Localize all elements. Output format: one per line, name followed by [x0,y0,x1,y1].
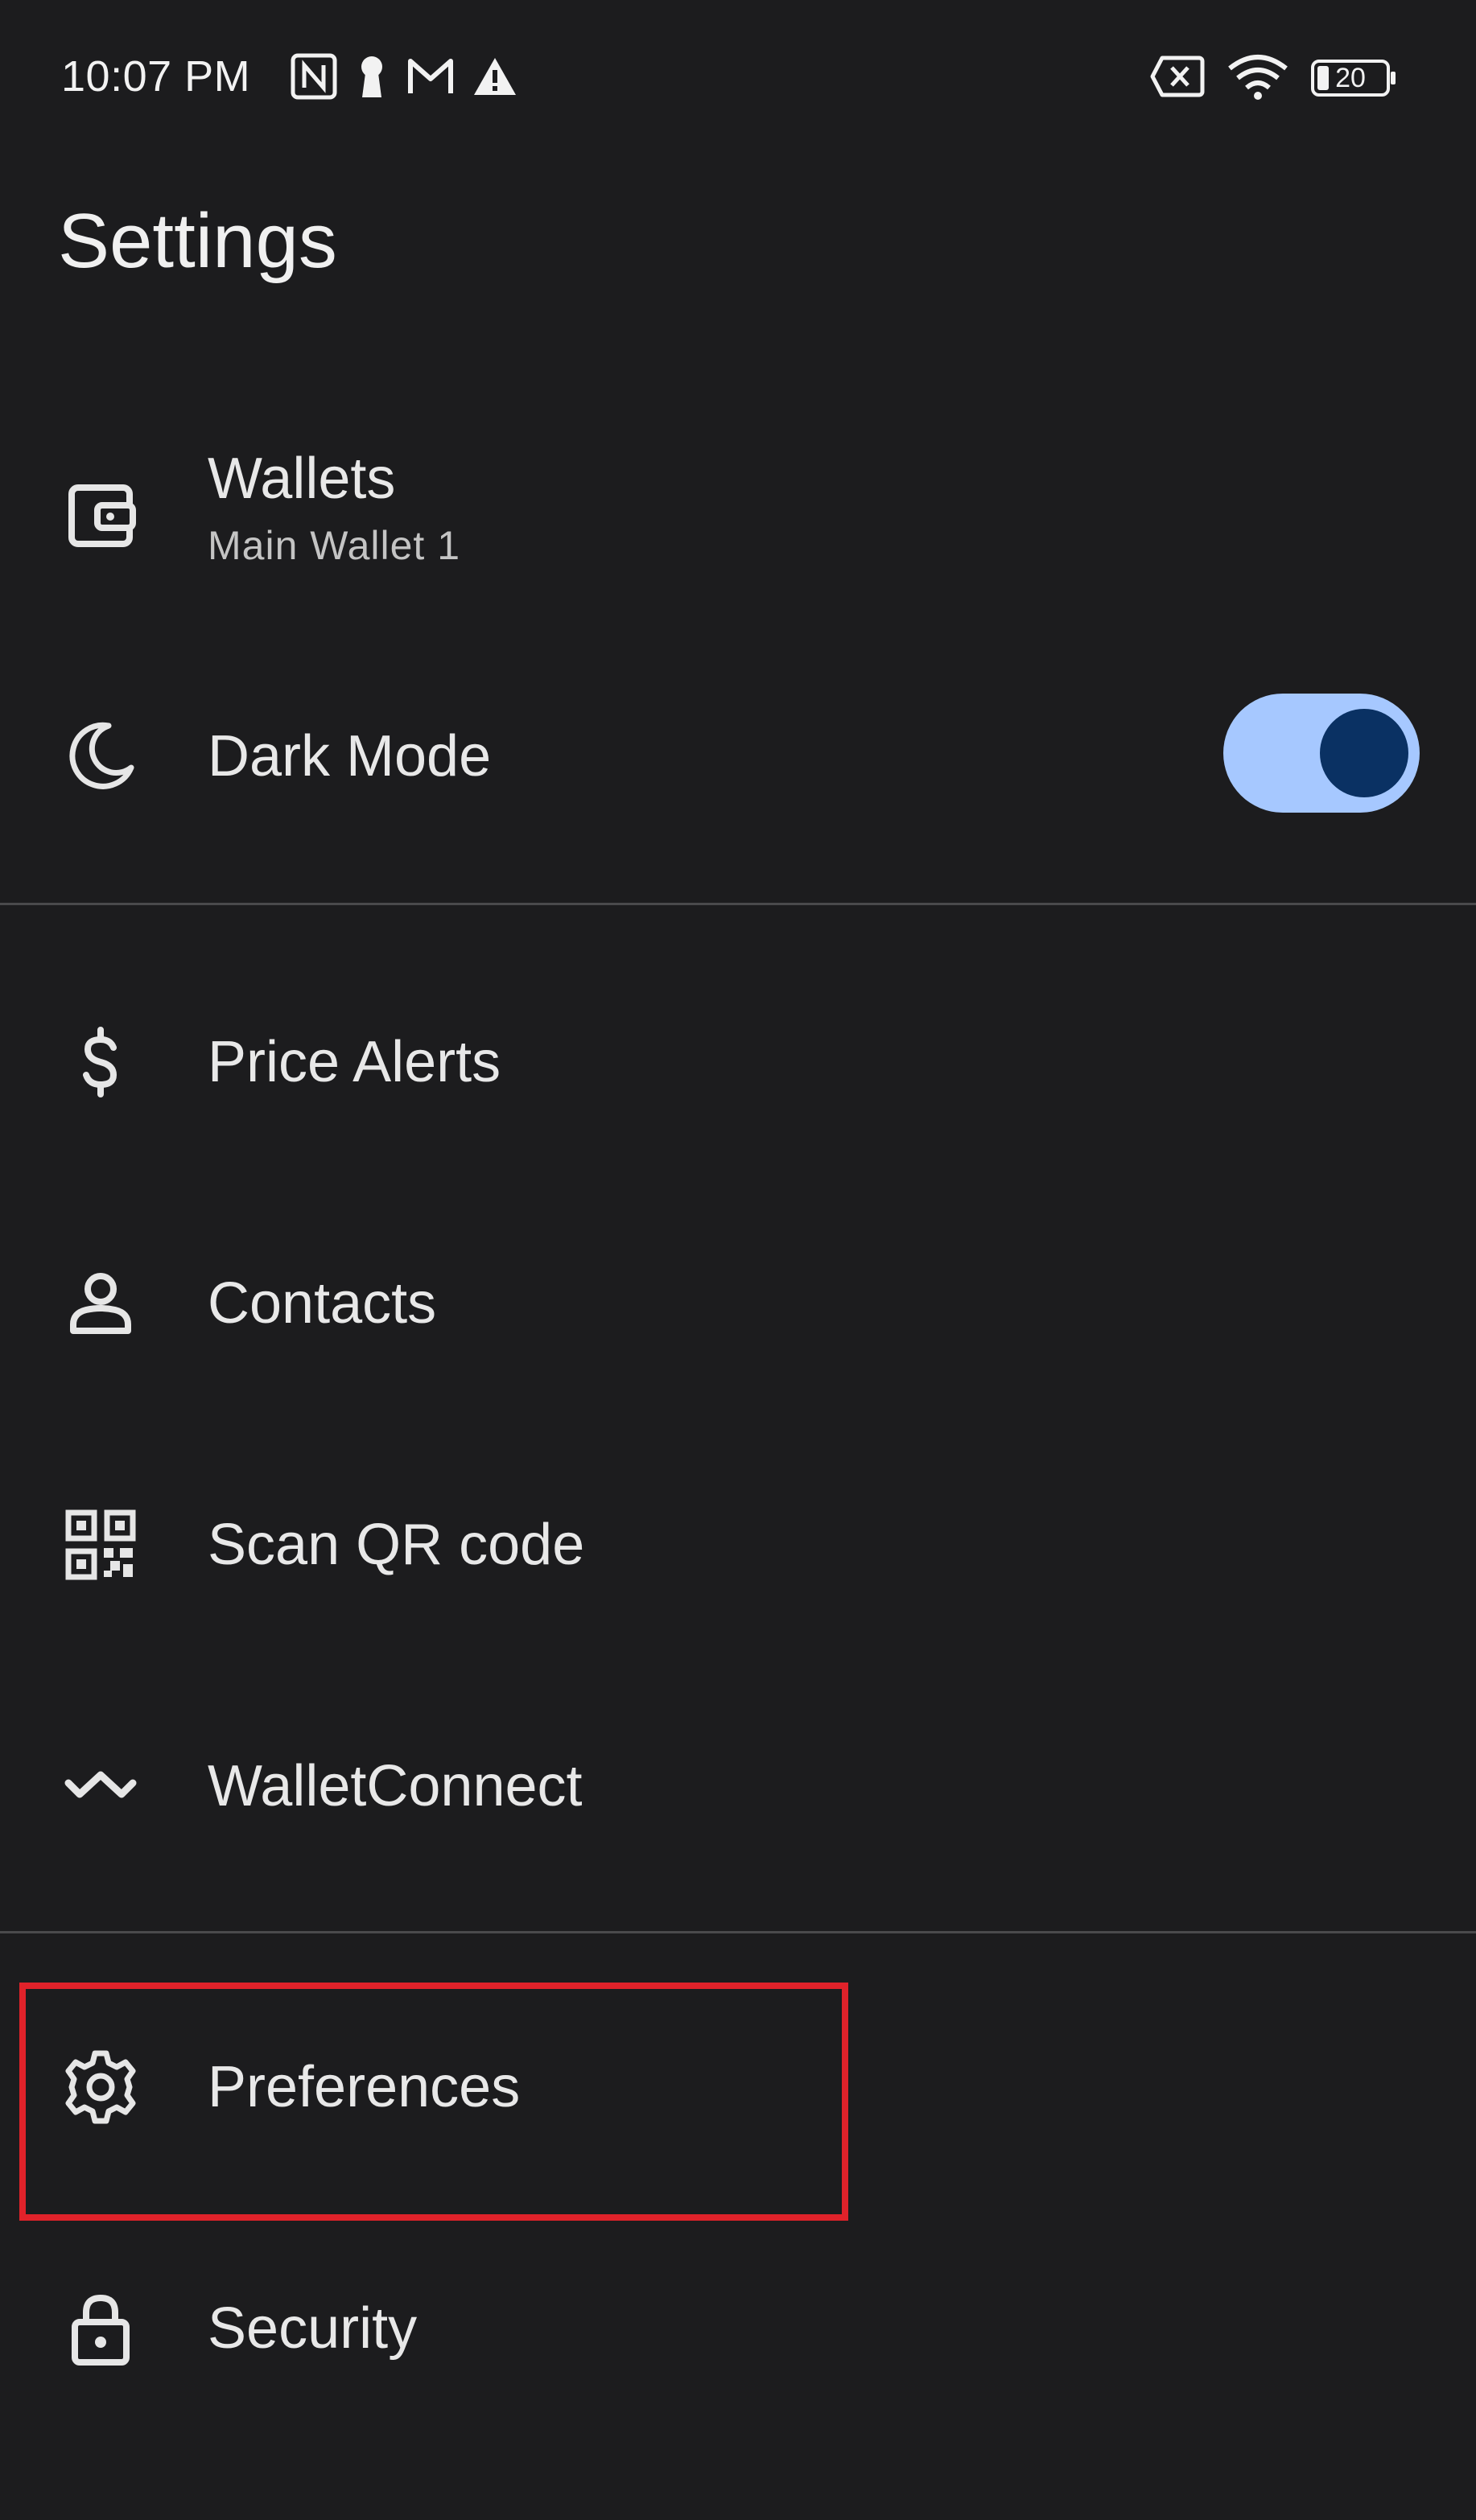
settings-item-price-alerts[interactable]: Price Alerts [0,982,1476,1143]
qr-code-icon [56,1501,145,1589]
gmail-icon [406,56,456,101]
walletconnect-label: WalletConnect [208,1754,583,1818]
price-alerts-label: Price Alerts [208,1030,501,1094]
highlight-box [19,1983,848,2221]
battery-icon: 20 [1310,59,1399,97]
dark-mode-toggle[interactable] [1223,694,1420,813]
person-icon [56,1259,145,1348]
wallets-label: Wallets [208,447,396,511]
settings-item-contacts[interactable]: Contacts [0,1223,1476,1384]
settings-item-wallets[interactable]: Wallets Main Wallet 1 [0,434,1476,595]
nfc-icon [290,52,338,105]
status-time: 10:07 PM [61,52,251,101]
divider [0,1931,1476,1933]
status-system-icons: 20 [1149,50,1399,106]
settings-item-security[interactable]: Security [0,2248,1476,2409]
sim-off-icon [1149,55,1206,102]
settings-item-walletconnect[interactable]: WalletConnect [0,1706,1476,1867]
lock-icon [56,2284,145,2373]
page-title: Settings [58,198,337,284]
contacts-label: Contacts [208,1271,437,1336]
wifi-icon [1227,52,1289,105]
wallets-sublabel: Main Wallet 1 [208,523,461,568]
status-notification-icons [290,50,518,106]
battery-level: 20 [1335,63,1366,93]
settings-item-scan-qr[interactable]: Scan QR code [0,1464,1476,1625]
toggle-knob [1320,709,1408,797]
dark-mode-label: Dark Mode [208,724,492,789]
scan-qr-label: Scan QR code [208,1513,585,1577]
dollar-icon [56,1018,145,1106]
wallet-icon [56,471,145,559]
moon-icon [56,712,145,801]
keyhole-icon [354,52,390,105]
alert-icon [472,56,518,101]
walletconnect-icon [56,1742,145,1830]
divider [0,903,1476,905]
status-bar: 10:07 PM 20 [0,0,1476,153]
security-label: Security [208,2296,418,2361]
